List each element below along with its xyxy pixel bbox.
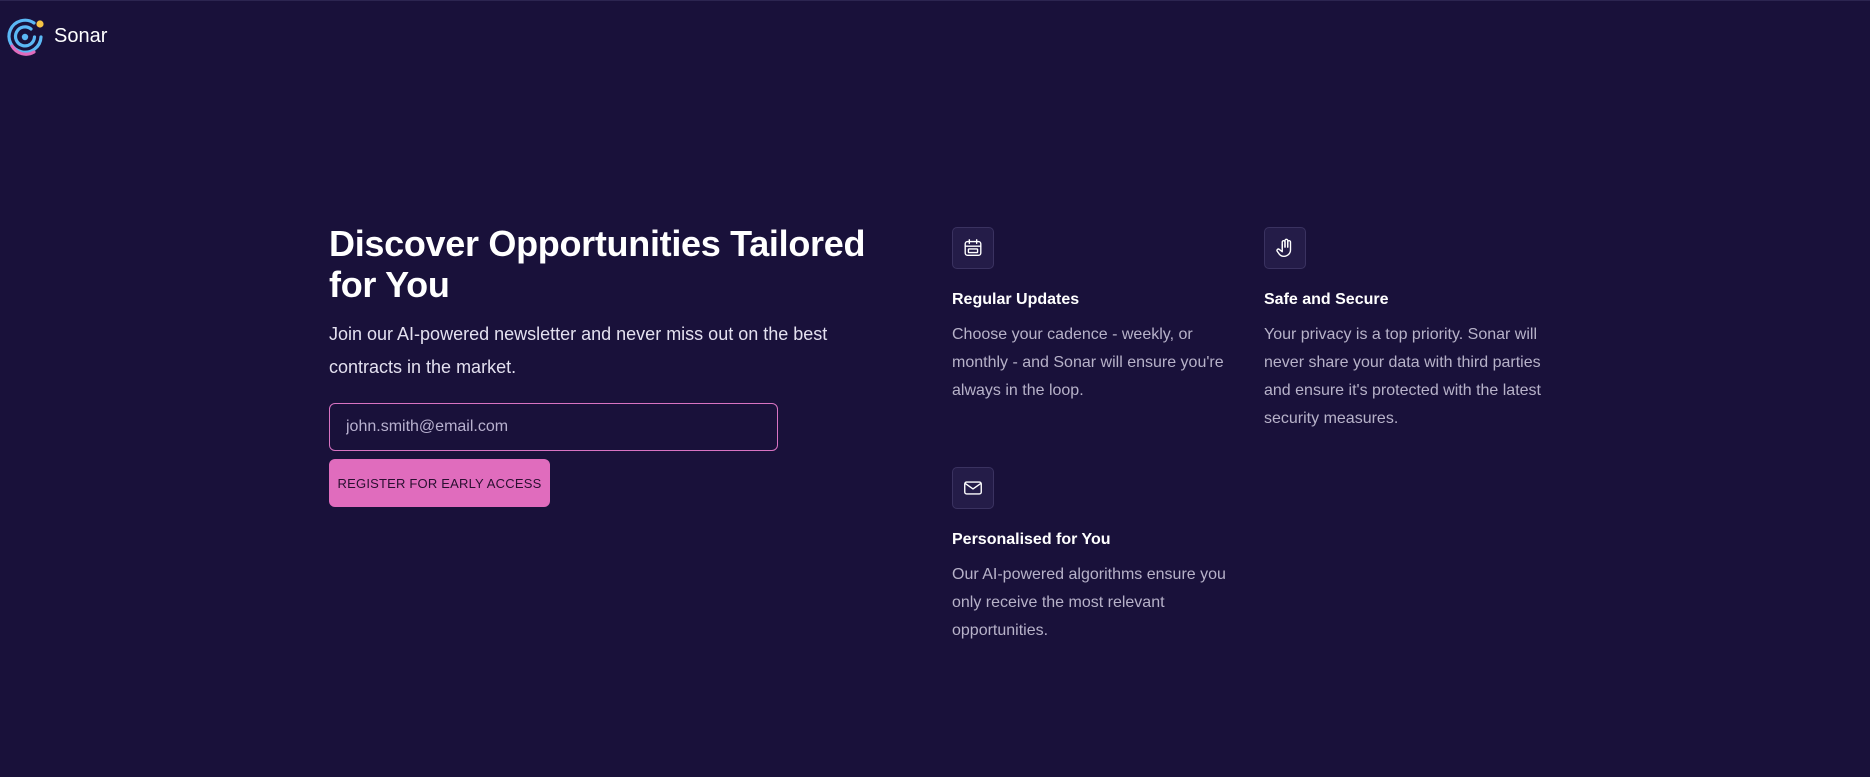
feature-personalised: Personalised for You Our AI-powered algo… xyxy=(952,467,1242,645)
hand-icon xyxy=(1264,227,1306,269)
feature-description: Our AI-powered algorithms ensure you onl… xyxy=(952,566,1226,639)
sonar-logo-icon xyxy=(4,15,46,57)
brand-logo-link[interactable]: Sonar xyxy=(4,15,107,57)
feature-title: Regular Updates xyxy=(952,291,1080,308)
envelope-icon xyxy=(952,467,994,509)
feature-regular-updates: Regular Updates Choose your cadence - we… xyxy=(952,227,1242,405)
calendar-icon xyxy=(952,227,994,269)
hero-section: Discover Opportunities Tailored for You … xyxy=(329,223,869,507)
feature-title: Safe and Secure xyxy=(1264,291,1389,308)
brand-name: Sonar xyxy=(54,24,108,47)
feature-title: Personalised for You xyxy=(952,531,1111,548)
landing-page: Sonar Discover Opportunities Tailored fo… xyxy=(0,0,1870,777)
feature-description: Choose your cadence - weekly, or monthly… xyxy=(952,326,1224,399)
hero-title: Discover Opportunities Tailored for You xyxy=(329,223,866,305)
hero-subtitle: Join our AI-powered newsletter and never… xyxy=(329,324,828,377)
email-input[interactable] xyxy=(329,403,778,451)
feature-description: Your privacy is a top priority. Sonar wi… xyxy=(1264,326,1541,427)
feature-safe-secure: Safe and Secure Your privacy is a top pr… xyxy=(1264,227,1554,433)
register-button[interactable]: REGISTER FOR EARLY ACCESS xyxy=(329,459,550,507)
